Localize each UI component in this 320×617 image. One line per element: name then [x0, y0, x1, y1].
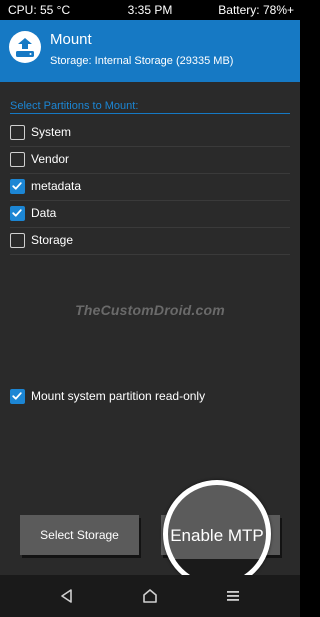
- page-title: Mount: [50, 31, 92, 48]
- partition-label: Vendor: [31, 152, 70, 166]
- partition-label: metadata: [31, 179, 82, 193]
- partition-checkbox[interactable]: [10, 152, 25, 167]
- select-storage-button[interactable]: Select Storage: [20, 515, 139, 555]
- readonly-checkbox[interactable]: [10, 389, 25, 404]
- partition-label: Storage: [31, 233, 74, 247]
- home-icon[interactable]: [139, 585, 161, 607]
- heading-divider: [10, 113, 290, 114]
- partition-row-vendor[interactable]: Vendor: [10, 147, 290, 174]
- partitions-heading: Select Partitions to Mount:: [10, 100, 139, 112]
- menu-icon[interactable]: [222, 585, 244, 607]
- partition-row-system[interactable]: System: [10, 120, 290, 147]
- partition-row-data[interactable]: Data: [10, 201, 290, 228]
- battery-level: Battery: 78%+: [218, 3, 294, 17]
- partition-checkbox[interactable]: [10, 206, 25, 221]
- partition-label: Data: [31, 206, 57, 220]
- readonly-checkbox-row[interactable]: Mount system partition read-only: [10, 387, 290, 407]
- readonly-label: Mount system partition read-only: [31, 389, 206, 403]
- storage-subtitle: Storage: Internal Storage (29335 MB): [50, 55, 234, 67]
- status-bar: CPU: 55 °C 3:35 PM Battery: 78%+: [0, 0, 300, 20]
- back-triangle-icon[interactable]: [56, 585, 78, 607]
- partition-row-storage[interactable]: Storage: [10, 228, 290, 255]
- navigation-bar: [0, 575, 300, 617]
- mount-drive-icon: [9, 31, 41, 63]
- partition-label: System: [31, 125, 72, 139]
- partition-row-metadata[interactable]: metadata: [10, 174, 290, 201]
- enable-mtp-label: Enable MTP: [170, 526, 264, 545]
- page-header: Mount Storage: Internal Storage (29335 M…: [0, 20, 300, 82]
- enable-mtp-button[interactable]: Enable MTP: [163, 480, 271, 588]
- partition-checkbox[interactable]: [10, 125, 25, 140]
- partition-checkbox[interactable]: [10, 233, 25, 248]
- watermark: TheCustomDroid.com: [75, 302, 225, 318]
- partition-checkbox[interactable]: [10, 179, 25, 194]
